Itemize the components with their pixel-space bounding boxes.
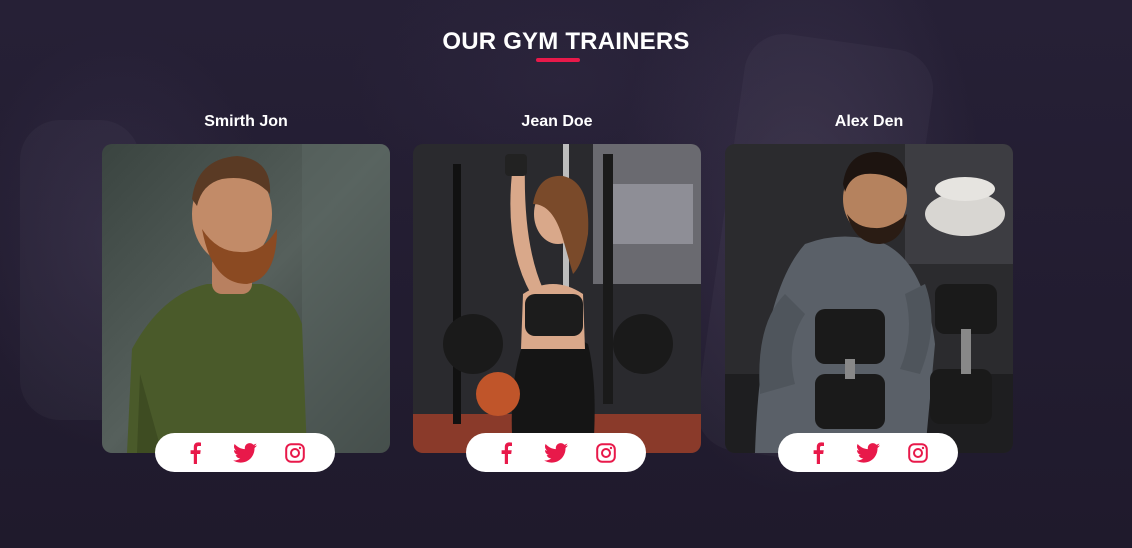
social-links (466, 433, 646, 472)
trainer-name: Alex Den (834, 113, 904, 130)
trainer-photo-illustration (413, 144, 701, 453)
trainer-card-alex-den: Alex Den (725, 112, 1013, 482)
trainer-card-smirth-jon: Smirth Jon (102, 112, 390, 482)
trainer-photo (102, 144, 390, 453)
facebook-icon[interactable] (492, 439, 520, 467)
twitter-icon[interactable] (854, 439, 882, 467)
instagram-icon[interactable] (281, 439, 309, 467)
twitter-icon[interactable] (231, 439, 259, 467)
trainer-photo-illustration (102, 144, 390, 453)
social-links (778, 433, 958, 472)
trainer-photo (725, 144, 1013, 453)
social-links (155, 433, 335, 472)
trainer-photo (413, 144, 701, 453)
section-title: OUR GYM TRAINERS (442, 28, 690, 55)
instagram-icon[interactable] (592, 439, 620, 467)
facebook-icon[interactable] (181, 439, 209, 467)
trainer-photo-illustration (725, 144, 1013, 453)
instagram-icon[interactable] (904, 439, 932, 467)
facebook-icon[interactable] (804, 439, 832, 467)
trainer-name: Smirth Jon (204, 113, 288, 130)
trainer-card-jean-doe: Jean Doe (413, 112, 701, 482)
trainer-name: Jean Doe (521, 113, 593, 130)
trainers-section: OUR GYM TRAINERS Smirth Jon Jean Doe Ale… (0, 0, 1132, 548)
twitter-icon[interactable] (542, 439, 570, 467)
title-underline (536, 58, 580, 62)
